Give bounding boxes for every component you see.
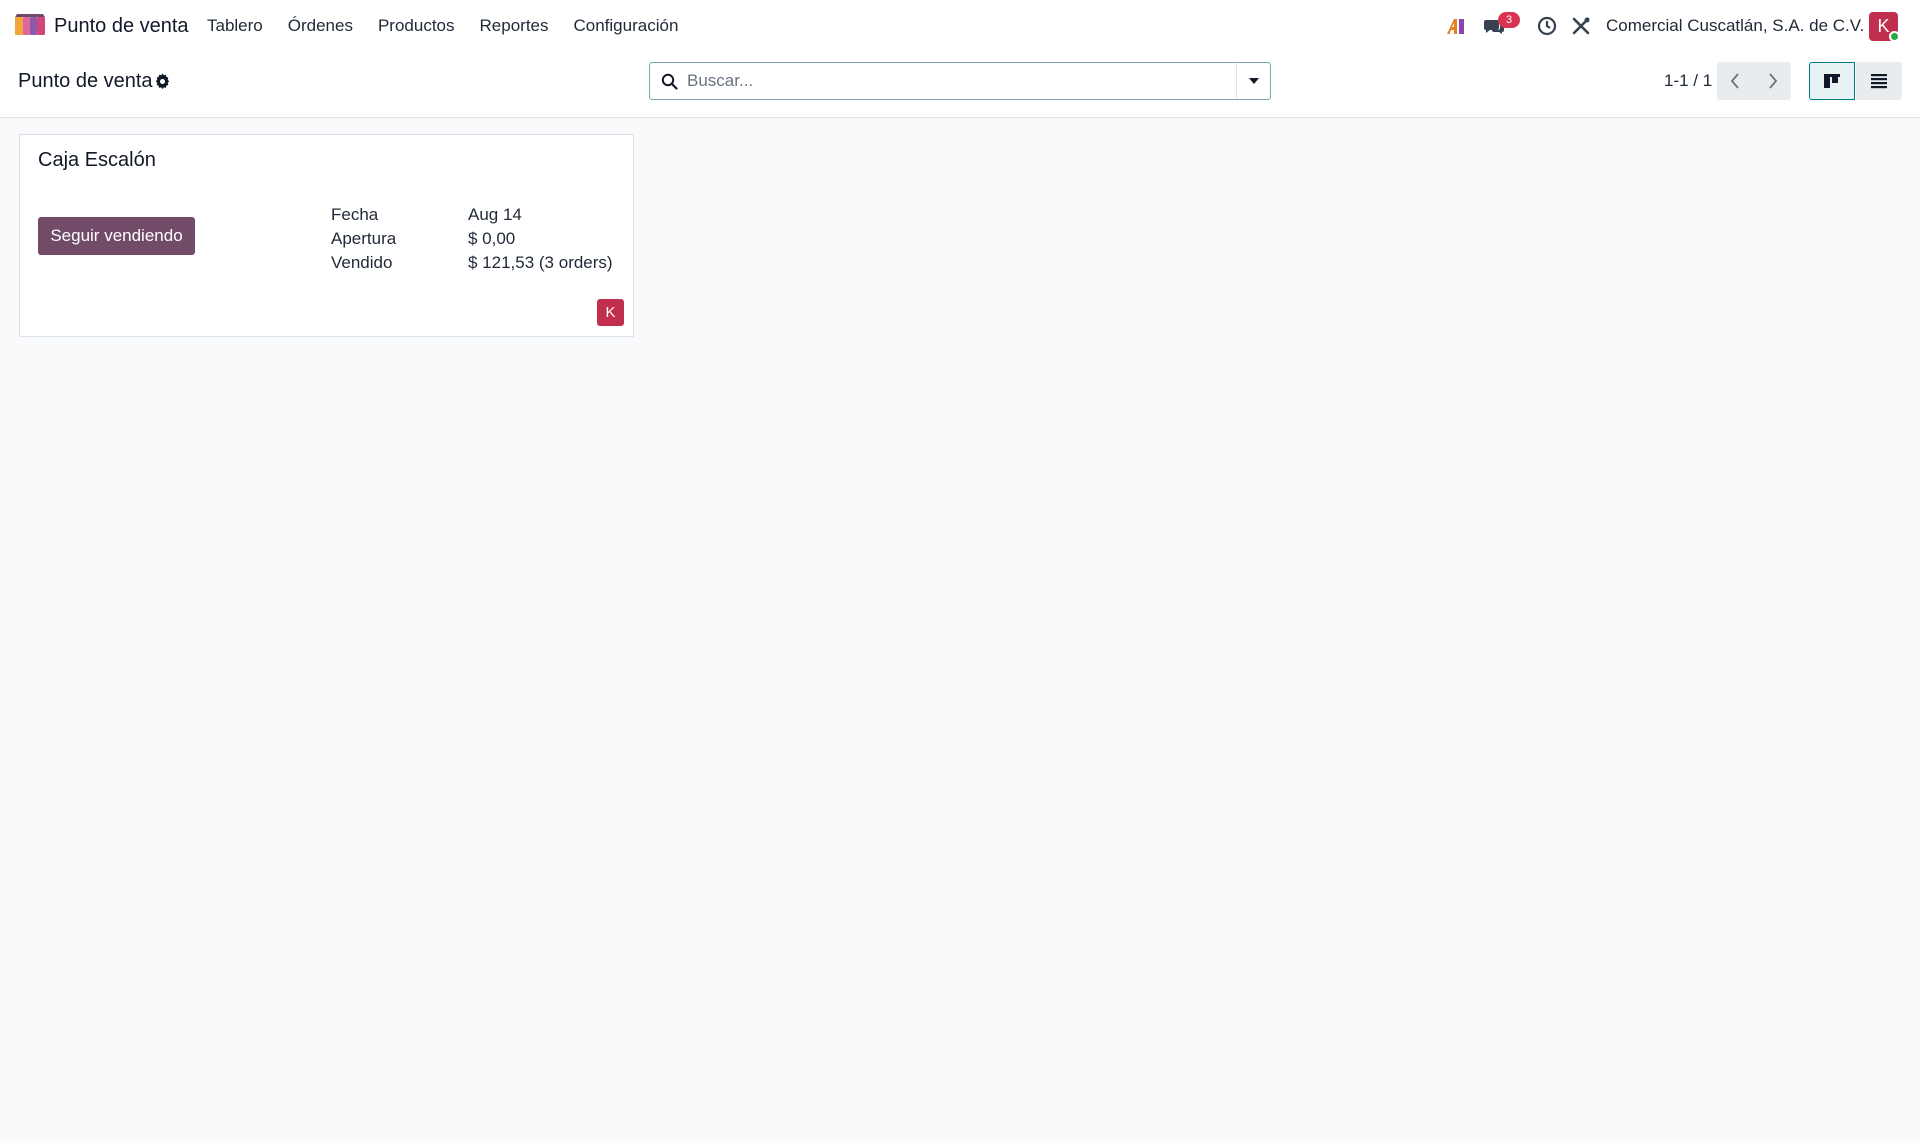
company-switcher[interactable]: Comercial Cuscatlán, S.A. de C.V. — [1606, 16, 1864, 36]
control-panel: Punto de venta 1-1 / 1 — [0, 52, 1920, 118]
ai-assistant-icon[interactable] — [1445, 15, 1467, 37]
info-row-opening: Apertura $ 0,00 — [331, 227, 613, 251]
menu-item-productos[interactable]: Productos — [378, 16, 455, 36]
info-value: $ 0,00 — [468, 229, 516, 248]
info-row-sold: Vendido $ 121,53 (3 orders) — [331, 251, 613, 275]
gear-icon[interactable] — [154, 73, 171, 90]
kanban-icon — [1824, 74, 1840, 88]
messages-badge: 3 — [1498, 12, 1520, 28]
card-title: Caja Escalón — [38, 149, 156, 171]
app-logo-icon[interactable] — [15, 14, 45, 36]
activity-clock-icon[interactable] — [1536, 15, 1558, 37]
info-row-date: Fecha Aug 14 — [331, 203, 613, 227]
pager-previous-button[interactable] — [1717, 62, 1754, 100]
session-info: Fecha Aug 14 Apertura $ 0,00 Vendido $ 1… — [331, 203, 613, 275]
pager-next-button[interactable] — [1754, 62, 1791, 100]
list-view-button[interactable] — [1856, 62, 1902, 100]
search-options-toggle[interactable] — [1236, 63, 1270, 99]
kanban-view-button[interactable] — [1809, 62, 1855, 100]
pos-session-card[interactable]: Caja Escalón Seguir vendiendo Fecha Aug … — [19, 134, 634, 337]
info-label: Fecha — [331, 205, 379, 224]
info-value: $ 121,53 (3 orders) — [468, 253, 613, 272]
search-input[interactable] — [687, 64, 1227, 98]
menu-item-tablero[interactable]: Tablero — [207, 16, 263, 36]
menu-item-reportes[interactable]: Reportes — [480, 16, 549, 36]
main-menu: Tablero Órdenes Productos Reportes Confi… — [207, 16, 703, 36]
info-label: Vendido — [331, 253, 393, 272]
menu-item-ordenes[interactable]: Órdenes — [288, 16, 353, 36]
top-navbar: Punto de venta Tablero Órdenes Productos… — [0, 0, 1920, 52]
chevron-right-icon — [1769, 73, 1778, 89]
info-label: Apertura — [331, 229, 397, 248]
pager-value[interactable]: 1-1 / 1 — [1664, 71, 1712, 91]
search-icon — [661, 73, 678, 90]
breadcrumb: Punto de venta — [18, 70, 153, 92]
tools-icon[interactable] — [1570, 15, 1592, 37]
list-icon — [1871, 74, 1887, 89]
menu-item-configuracion[interactable]: Configuración — [574, 16, 679, 36]
presence-online-indicator — [1889, 31, 1900, 42]
continue-selling-button[interactable]: Seguir vendiendo — [38, 217, 195, 255]
search-box — [649, 62, 1271, 100]
chevron-left-icon — [1730, 73, 1739, 89]
app-name[interactable]: Punto de venta — [54, 14, 189, 38]
caret-down-icon — [1249, 78, 1259, 84]
info-value: Aug 14 — [468, 205, 522, 224]
card-user-avatar[interactable]: K — [597, 299, 624, 326]
